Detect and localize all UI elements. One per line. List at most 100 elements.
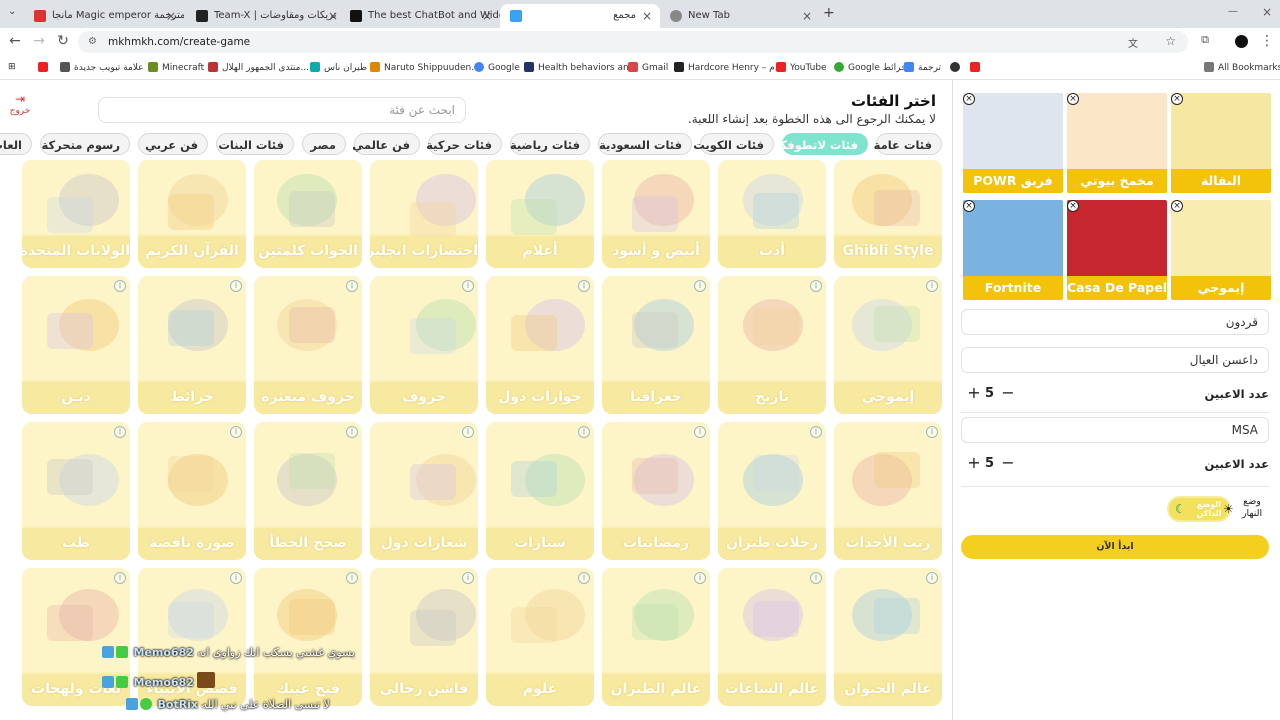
category-chip[interactable]: مصر (302, 133, 346, 155)
info-icon[interactable]: i (114, 280, 126, 292)
category-card[interactable]: أعلام (486, 160, 594, 268)
category-card[interactable]: i خرائط (138, 276, 246, 414)
category-card[interactable]: i تاريخ (718, 276, 826, 414)
menu-icon[interactable]: ⋮ (1258, 33, 1276, 49)
category-chip[interactable]: فن عالمي (352, 133, 420, 155)
info-icon[interactable]: i (926, 572, 938, 584)
exit-button[interactable]: ⇥ خروج (8, 92, 32, 116)
back-icon[interactable]: ← (6, 33, 24, 49)
bookmark-5[interactable]: Google (474, 62, 520, 73)
info-icon[interactable]: i (926, 280, 938, 292)
selected-category[interactable]: La Casa De Papel × (1067, 200, 1167, 300)
bookmark-4[interactable]: Naruto Shippuuden... (370, 62, 480, 73)
info-icon[interactable]: i (462, 572, 474, 584)
bookmark-11[interactable]: ترجمة (904, 62, 941, 73)
close-icon[interactable]: × (482, 9, 492, 23)
category-card[interactable]: i عالم الحيوان (834, 568, 942, 706)
close-icon[interactable]: × (328, 9, 338, 23)
category-card[interactable]: i حروف مبعثرة (254, 276, 362, 414)
category-chip[interactable]: فئات لاتطوفكم (771, 133, 868, 155)
category-card[interactable]: i صورة ناقصة (138, 422, 246, 560)
category-card[interactable]: الجواب كلمتين (254, 160, 362, 268)
reload-icon[interactable]: ↻ (54, 33, 72, 49)
selected-category[interactable]: فريق POWR × (963, 93, 1063, 193)
category-card[interactable]: القرآن الكريم (138, 160, 246, 268)
forward-icon[interactable]: → (30, 33, 48, 49)
info-icon[interactable]: i (694, 280, 706, 292)
bookmark-youtube2-icon[interactable] (970, 62, 984, 73)
info-icon[interactable]: i (114, 572, 126, 584)
bookmark-3[interactable]: طيران ناس (310, 62, 367, 73)
remove-icon[interactable]: × (963, 200, 975, 212)
category-chip[interactable]: العاب إلكترونية (0, 133, 32, 155)
tab-1[interactable]: Team-X | تريكات ومقاوضات × (186, 4, 346, 28)
dark-mode-toggle[interactable]: ☾ الوضع الداكن (1167, 496, 1231, 522)
bookmark-0[interactable]: علامة تبويب جديدة (60, 62, 144, 73)
bookmark-1[interactable]: Minecraft (148, 62, 204, 73)
selected-category[interactable]: مخمخ بيوتي × (1067, 93, 1167, 193)
category-card[interactable]: أبيض و أسود (602, 160, 710, 268)
new-tab-button[interactable]: + (823, 5, 835, 21)
plus-button[interactable]: + (965, 385, 983, 403)
info-icon[interactable]: i (578, 572, 590, 584)
remove-icon[interactable]: × (1171, 93, 1183, 105)
bookmark-2[interactable]: منتدى الجمهور الهلال... (208, 62, 309, 73)
category-card[interactable]: أدب (718, 160, 826, 268)
minimize-icon[interactable]: — (1228, 6, 1238, 17)
info-icon[interactable]: i (810, 572, 822, 584)
tab-2[interactable]: The best ChatBot and Widgets × (340, 4, 500, 28)
category-card[interactable]: i عالم الساعات (718, 568, 826, 706)
category-card[interactable]: i رحلات طيران (718, 422, 826, 560)
category-card[interactable]: i حروف (370, 276, 478, 414)
extensions-icon[interactable]: ⧉ (1196, 33, 1214, 47)
info-icon[interactable]: i (230, 426, 242, 438)
close-icon[interactable]: × (642, 9, 652, 23)
apps-icon[interactable]: ⊞ (8, 62, 16, 72)
category-card[interactable]: i علوم (486, 568, 594, 706)
address-bar[interactable]: ⚙ mkhmkh.com/create-game 文 ☆ (78, 31, 1188, 53)
remove-icon[interactable]: × (1067, 93, 1079, 105)
translate-icon[interactable]: 文 (1128, 35, 1138, 50)
info-icon[interactable]: i (694, 572, 706, 584)
info-icon[interactable]: i (114, 426, 126, 438)
category-card[interactable]: i سيارات (486, 422, 594, 560)
category-card[interactable]: i فتح عينك (254, 568, 362, 706)
search-input[interactable]: ابحث عن فئة (98, 97, 466, 123)
bookmark-7[interactable]: Gmail (628, 62, 668, 73)
category-chip[interactable]: فئات حركية (426, 133, 502, 155)
category-chip[interactable]: فئات البنات (216, 133, 294, 155)
info-icon[interactable]: i (230, 280, 242, 292)
tab-4[interactable]: New Tab × (660, 4, 820, 28)
category-card[interactable]: i عالم الطيران (602, 568, 710, 706)
remove-icon[interactable]: × (1171, 200, 1183, 212)
team2-name-field[interactable]: داعسن العيال (961, 347, 1269, 373)
category-card[interactable]: i إيموجي (834, 276, 942, 414)
category-chip[interactable]: فئات عامة (874, 133, 942, 155)
category-card[interactable]: i رمضانيات (602, 422, 710, 560)
bookmark-youtube-icon[interactable] (38, 62, 52, 73)
info-icon[interactable]: i (578, 426, 590, 438)
start-button[interactable]: ابدأ الآن (961, 535, 1269, 559)
info-icon[interactable]: i (810, 280, 822, 292)
profile-avatar[interactable] (1235, 35, 1248, 48)
category-card[interactable]: الولايات المتحدة الامريكية (22, 160, 130, 268)
bookmark-8[interactable]: Hardcore Henry – م... (674, 62, 783, 73)
site-info-icon[interactable]: ⚙ (88, 36, 97, 47)
selected-category[interactable]: Fortnite × (963, 200, 1063, 300)
remove-icon[interactable]: × (963, 93, 975, 105)
category-chip[interactable]: فن عربي (138, 133, 208, 155)
category-card[interactable]: Ghibli Style (834, 160, 942, 268)
selected-category[interactable]: البقالة × (1171, 93, 1271, 193)
category-card[interactable]: اختصارات انجليزية (370, 160, 478, 268)
category-chip[interactable]: فئات رياضية (510, 133, 590, 155)
category-card[interactable]: i جغرافيا (602, 276, 710, 414)
bookmark-6[interactable]: Health behaviors an... (524, 62, 637, 73)
category-card[interactable]: i شعارات دول (370, 422, 478, 560)
close-icon[interactable]: × (166, 9, 176, 23)
bookmark-10[interactable]: Google خرائط (834, 62, 907, 73)
tab-search-icon[interactable]: ⌄ (8, 6, 16, 17)
window-close-icon[interactable]: × (1262, 5, 1272, 19)
plus-button[interactable]: + (965, 455, 983, 473)
info-icon[interactable]: i (462, 426, 474, 438)
minus-button[interactable]: − (999, 455, 1017, 473)
